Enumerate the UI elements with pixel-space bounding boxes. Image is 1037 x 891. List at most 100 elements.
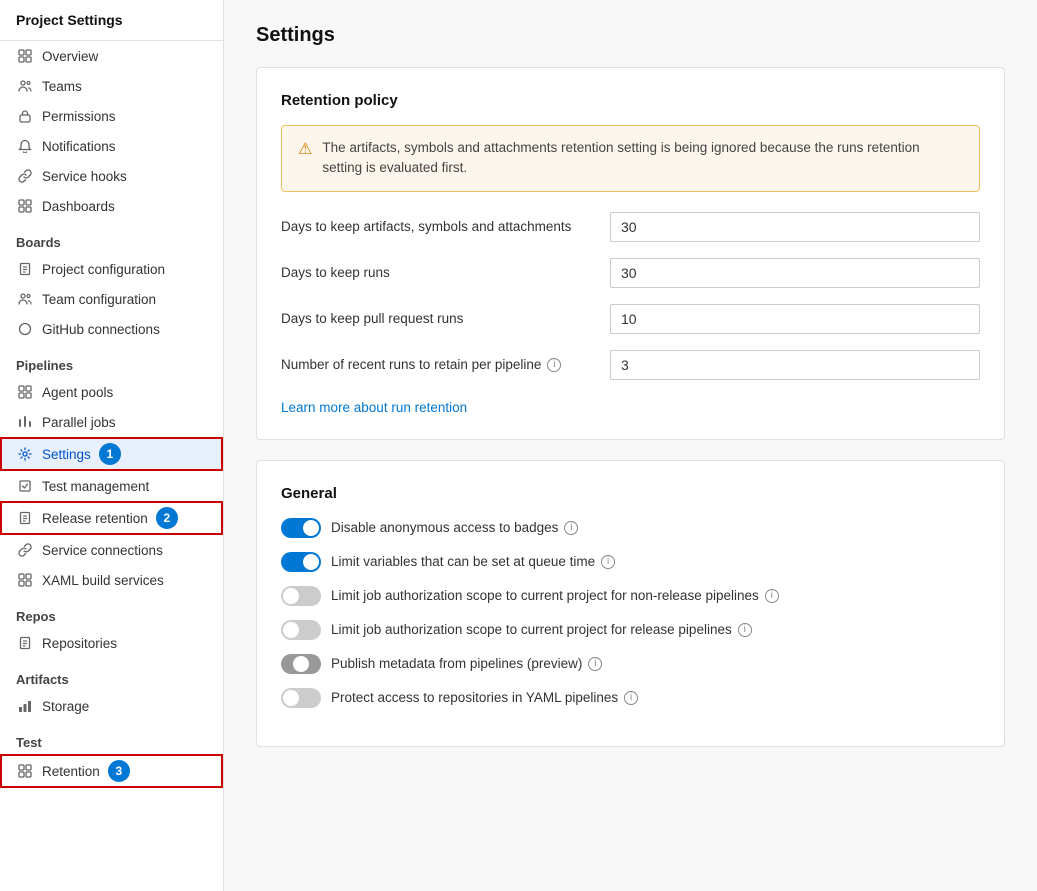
- sidebar-item-label: Test management: [42, 479, 149, 494]
- toggle-row-limit-vars-queue: Limit variables that can be set at queue…: [281, 552, 980, 572]
- field-label-days-artifacts: Days to keep artifacts, symbols and atta…: [281, 219, 610, 234]
- retention-policy-title: Retention policy: [281, 92, 980, 109]
- field-input-days-artifacts[interactable]: [610, 212, 980, 242]
- field-label-days-pr-runs: Days to keep pull request runs: [281, 311, 610, 326]
- retention-policy-card: Retention policy ⚠ The artifacts, symbol…: [256, 67, 1005, 440]
- toggle-protect-yaml-repos[interactable]: [281, 688, 321, 708]
- sidebar-header: Project Settings: [0, 0, 223, 41]
- doc-icon: [16, 509, 34, 527]
- sidebar-item-label: Team configuration: [42, 292, 156, 307]
- sidebar-item-overview[interactable]: Overview: [0, 41, 223, 71]
- sidebar-item-settings[interactable]: Settings 1: [0, 437, 223, 471]
- general-card-title: General: [281, 485, 980, 502]
- bars-icon: [16, 413, 34, 431]
- toggle-knob-limit-job-auth-non-release: [283, 588, 299, 604]
- people-icon: [16, 290, 34, 308]
- link-icon: [16, 167, 34, 185]
- sidebar-item-label: Permissions: [42, 109, 116, 124]
- sidebar-item-project-config[interactable]: Project configuration: [0, 254, 223, 284]
- field-label-days-runs: Days to keep runs: [281, 265, 610, 280]
- grid-icon: [16, 197, 34, 215]
- grid-icon: [16, 47, 34, 65]
- warning-text: The artifacts, symbols and attachments r…: [322, 138, 963, 179]
- sidebar-item-service-hooks[interactable]: Service hooks: [0, 161, 223, 191]
- toggle-limit-vars-queue[interactable]: [281, 552, 321, 572]
- sidebar-item-release-retention[interactable]: Release retention 2: [0, 501, 223, 535]
- sidebar-item-label: Release retention: [42, 511, 148, 526]
- field-label-recent-runs: Number of recent runs to retain per pipe…: [281, 357, 610, 372]
- field-input-recent-runs[interactable]: [610, 350, 980, 380]
- sidebar-item-storage[interactable]: Storage: [0, 691, 223, 721]
- warning-icon: ⚠: [298, 139, 312, 159]
- gear-icon: [16, 445, 34, 463]
- field-row-recent-runs: Number of recent runs to retain per pipe…: [281, 350, 980, 380]
- sidebar-item-repositories[interactable]: Repositories: [0, 628, 223, 658]
- toggle-limit-job-auth-non-release[interactable]: [281, 586, 321, 606]
- sidebar-item-label: Overview: [42, 49, 98, 64]
- field-input-days-pr-runs[interactable]: [610, 304, 980, 334]
- sidebar-item-agent-pools[interactable]: Agent pools: [0, 377, 223, 407]
- info-icon-limit-vars-queue: i: [601, 555, 615, 569]
- sidebar-section-repos: Repos: [0, 595, 223, 628]
- toggle-label-limit-job-auth-release: Limit job authorization scope to current…: [331, 622, 752, 637]
- sidebar-item-xaml-build-services[interactable]: XAML build services: [0, 565, 223, 595]
- sidebar-item-notifications[interactable]: Notifications: [0, 131, 223, 161]
- sidebar-item-permissions[interactable]: Permissions: [0, 101, 223, 131]
- toggle-label-disable-anon-badges: Disable anonymous access to badges i: [331, 520, 578, 535]
- info-icon-publish-metadata: i: [588, 657, 602, 671]
- badge-1: 1: [99, 443, 121, 465]
- field-row-days-artifacts: Days to keep artifacts, symbols and atta…: [281, 212, 980, 242]
- toggle-disable-anon-badges[interactable]: [281, 518, 321, 538]
- doc-icon: [16, 260, 34, 278]
- toggle-label-protect-yaml-repos: Protect access to repositories in YAML p…: [331, 690, 638, 705]
- sidebar: Project Settings Overview Teams Permissi…: [0, 0, 224, 891]
- lock-icon: [16, 107, 34, 125]
- sidebar-item-parallel-jobs[interactable]: Parallel jobs: [0, 407, 223, 437]
- chart-icon: [16, 697, 34, 715]
- general-card: General Disable anonymous access to badg…: [256, 460, 1005, 747]
- sidebar-item-label: Service connections: [42, 543, 163, 558]
- toggle-knob-limit-job-auth-release: [283, 622, 299, 638]
- sidebar-item-label: Dashboards: [42, 199, 115, 214]
- sidebar-section-test: Test: [0, 721, 223, 754]
- sidebar-item-retention[interactable]: Retention 3: [0, 754, 223, 788]
- toggle-limit-job-auth-release[interactable]: [281, 620, 321, 640]
- sidebar-item-dashboards[interactable]: Dashboards: [0, 191, 223, 221]
- grid-icon: [16, 762, 34, 780]
- sidebar-item-team-config[interactable]: Team configuration: [0, 284, 223, 314]
- doc-icon: [16, 634, 34, 652]
- warning-banner: ⚠ The artifacts, symbols and attachments…: [281, 125, 980, 192]
- toggle-row-limit-job-auth-non-release: Limit job authorization scope to current…: [281, 586, 980, 606]
- sidebar-item-test-management[interactable]: Test management: [0, 471, 223, 501]
- sidebar-item-github-connections[interactable]: GitHub connections: [0, 314, 223, 344]
- grid-icon: [16, 571, 34, 589]
- toggle-row-publish-metadata: Publish metadata from pipelines (preview…: [281, 654, 980, 674]
- toggle-row-protect-yaml-repos: Protect access to repositories in YAML p…: [281, 688, 980, 708]
- link-icon: [16, 541, 34, 559]
- sidebar-item-label: Agent pools: [42, 385, 113, 400]
- toggle-label-limit-vars-queue: Limit variables that can be set at queue…: [331, 554, 615, 569]
- toggle-knob-protect-yaml-repos: [283, 690, 299, 706]
- toggle-publish-metadata[interactable]: [281, 654, 321, 674]
- badge-2: 2: [156, 507, 178, 529]
- field-input-days-runs[interactable]: [610, 258, 980, 288]
- toggle-row-limit-job-auth-release: Limit job authorization scope to current…: [281, 620, 980, 640]
- sidebar-item-label: GitHub connections: [42, 322, 160, 337]
- toggle-label-limit-job-auth-non-release: Limit job authorization scope to current…: [331, 588, 779, 603]
- info-icon-disable-anon-badges: i: [564, 521, 578, 535]
- toggle-knob-disable-anon-badges: [303, 520, 319, 536]
- sidebar-item-teams[interactable]: Teams: [0, 71, 223, 101]
- info-icon-recent-runs: i: [547, 358, 561, 372]
- page-title: Settings: [256, 24, 1005, 47]
- sidebar-item-service-connections[interactable]: Service connections: [0, 535, 223, 565]
- badge-3: 3: [108, 760, 130, 782]
- checklist-icon: [16, 477, 34, 495]
- sidebar-section-pipelines: Pipelines: [0, 344, 223, 377]
- info-icon-limit-job-auth-release: i: [738, 623, 752, 637]
- sidebar-item-label: Service hooks: [42, 169, 127, 184]
- field-row-days-pr-runs: Days to keep pull request runs: [281, 304, 980, 334]
- sidebar-item-label: XAML build services: [42, 573, 164, 588]
- toggle-knob-publish-metadata: [293, 656, 309, 672]
- learn-more-link[interactable]: Learn more about run retention: [281, 400, 467, 415]
- bell-icon: [16, 137, 34, 155]
